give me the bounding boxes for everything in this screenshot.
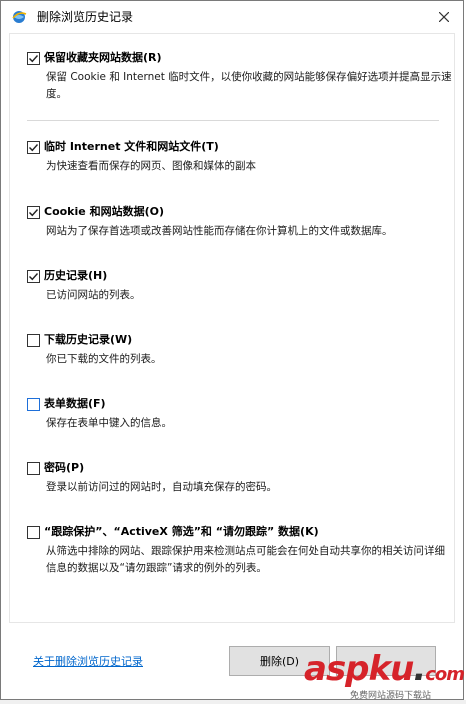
checkbox-cookies[interactable] [27, 205, 40, 219]
option-description: 从筛选中排除的网站、跟踪保护用来检测站点可能会在何处自动共享你的相关访问详细信息… [46, 545, 445, 574]
checkbox-preserve-favorites[interactable] [27, 51, 40, 65]
option-description: 为快速查看而保存的网页、图像和媒体的副本 [46, 160, 256, 172]
delete-history-dialog: 删除浏览历史记录 保留收藏夹网站数据(R) 保留 Cookie 和 Intern… [0, 0, 464, 700]
option-label: 密码(P) [44, 461, 85, 474]
option-passwords: 密码(P) 登录以前访问过的网站时，自动填充保存的密码。 [27, 460, 452, 496]
option-label: 下载历史记录(W) [44, 333, 133, 346]
option-temp-files: 临时 Internet 文件和网站文件(T) 为快速查看而保存的网页、图像和媒体… [27, 139, 452, 175]
separator [27, 120, 439, 121]
ie-globe-icon [12, 11, 27, 23]
checkbox-form-data[interactable] [27, 397, 40, 411]
checkmark-icon [29, 54, 39, 62]
option-description: 保存在表单中键入的信息。 [46, 417, 172, 429]
close-icon [439, 12, 449, 22]
site-watermark: aspku.com 免费网站源码下载站 [304, 650, 465, 704]
about-delete-history-link[interactable]: 关于删除浏览历史记录 [33, 653, 143, 669]
option-download-history: 下载历史记录(W) 你已下载的文件的列表。 [27, 332, 452, 368]
checkmark-icon [29, 143, 39, 151]
option-history: 历史记录(H) 已访问网站的列表。 [27, 268, 452, 304]
option-preserve-favorites: 保留收藏夹网站数据(R) 保留 Cookie 和 Internet 临时文件，以… [27, 50, 452, 103]
option-label: 历史记录(H) [44, 269, 108, 282]
option-description: 登录以前访问过的网站时，自动填充保存的密码。 [46, 481, 277, 493]
option-label: 临时 Internet 文件和网站文件(T) [44, 140, 219, 153]
checkbox-passwords[interactable] [27, 461, 40, 475]
checkmark-icon [29, 272, 39, 280]
close-button[interactable] [425, 1, 463, 33]
option-label: Cookie 和网站数据(O) [44, 205, 164, 218]
checkbox-history[interactable] [27, 269, 40, 283]
option-label: 保留收藏夹网站数据(R) [44, 51, 162, 64]
checkbox-download-history[interactable] [27, 333, 40, 347]
option-cookies: Cookie 和网站数据(O) 网站为了保存首选项或改善网站性能而存储在你计算机… [27, 204, 452, 240]
checkmark-icon [29, 208, 39, 216]
option-tracking-protection: “跟踪保护”、“ActiveX 筛选”和 “请勿跟踪” 数据(K) 从筛选中排除… [27, 524, 452, 577]
checkbox-temp-files[interactable] [27, 140, 40, 154]
taskbar-strip [0, 700, 466, 704]
option-form-data: 表单数据(F) 保存在表单中键入的信息。 [27, 396, 452, 432]
checkbox-tracking-protection[interactable] [27, 525, 40, 539]
option-description: 已访问网站的列表。 [46, 289, 141, 301]
option-description: 你已下载的文件的列表。 [46, 353, 162, 365]
option-description: 保留 Cookie 和 Internet 临时文件，以使你收藏的网站能够保存偏好… [46, 71, 452, 100]
option-description: 网站为了保存首选项或改善网站性能而存储在你计算机上的文件或数据库。 [46, 225, 393, 237]
title-bar: 删除浏览历史记录 [1, 1, 463, 33]
option-label: “跟踪保护”、“ActiveX 筛选”和 “请勿跟踪” 数据(K) [44, 525, 319, 538]
window-title: 删除浏览历史记录 [37, 10, 134, 24]
option-label: 表单数据(F) [44, 397, 106, 410]
